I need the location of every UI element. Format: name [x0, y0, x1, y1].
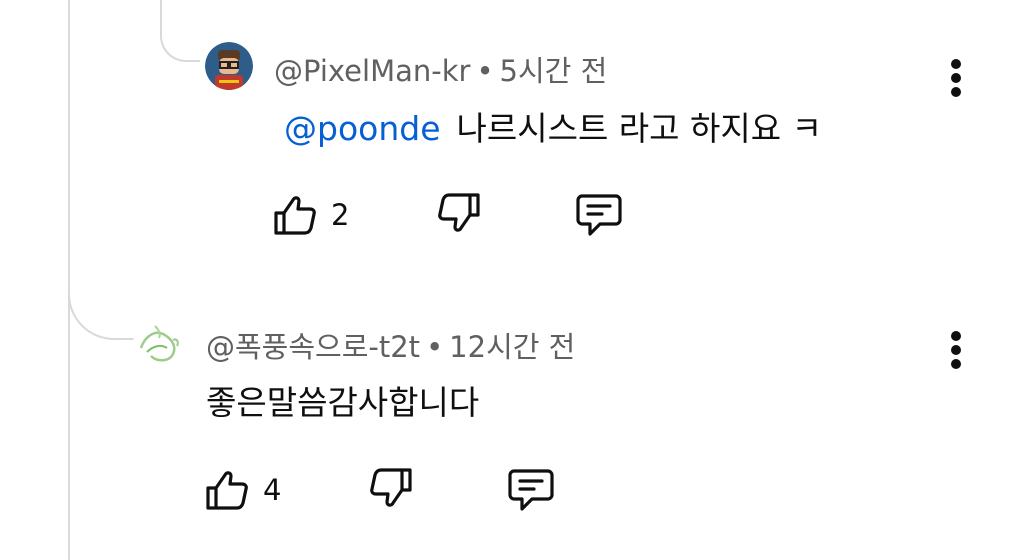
dislike-button[interactable]	[366, 465, 414, 513]
like-button[interactable]	[204, 465, 256, 513]
green-sketch-avatar-icon	[133, 318, 185, 370]
thread-connector	[68, 250, 134, 340]
thumbs-up-icon	[206, 471, 248, 510]
like-count: 2	[331, 198, 350, 232]
reply-button[interactable]	[574, 190, 624, 240]
comment-text: @poonde 나르시스트 라고 하지요 ㅋ	[284, 102, 822, 150]
avatar[interactable]	[133, 318, 185, 370]
comment-body: 나르시스트 라고 하지요 ㅋ	[456, 109, 822, 148]
thread-connector	[160, 0, 200, 62]
comment-menu-button[interactable]	[946, 328, 966, 372]
reply-comment-icon	[576, 194, 622, 236]
comment-timestamp[interactable]: 5시간 전	[500, 54, 608, 88]
meta-separator: •	[426, 330, 444, 364]
pixel-art-avatar-icon	[205, 42, 253, 90]
dislike-button[interactable]	[434, 190, 482, 238]
avatar[interactable]	[205, 42, 253, 90]
comment-text: 좋은말씀감사합니다	[206, 376, 479, 424]
reply-comment-icon	[508, 469, 554, 511]
comment-meta: @폭풍속으로-t2t • 12시간 전	[206, 324, 575, 366]
author-name[interactable]: @폭풍속으로-t2t	[206, 330, 420, 364]
comment-timestamp[interactable]: 12시간 전	[449, 330, 575, 364]
meta-separator: •	[476, 54, 494, 88]
like-count: 4	[263, 473, 282, 507]
comment-meta: @PixelMan-kr • 5시간 전	[274, 48, 607, 90]
mention-link[interactable]: @poonde	[284, 109, 441, 148]
reply-button[interactable]	[506, 465, 556, 515]
thumbs-down-icon	[438, 193, 480, 232]
thumbs-down-icon	[370, 468, 412, 507]
comment-body: 좋은말씀감사합니다	[206, 383, 480, 422]
thumbs-up-icon	[274, 196, 316, 235]
author-name[interactable]: @PixelMan-kr	[274, 54, 470, 88]
like-button[interactable]	[272, 190, 324, 238]
comment-menu-button[interactable]	[946, 56, 966, 100]
